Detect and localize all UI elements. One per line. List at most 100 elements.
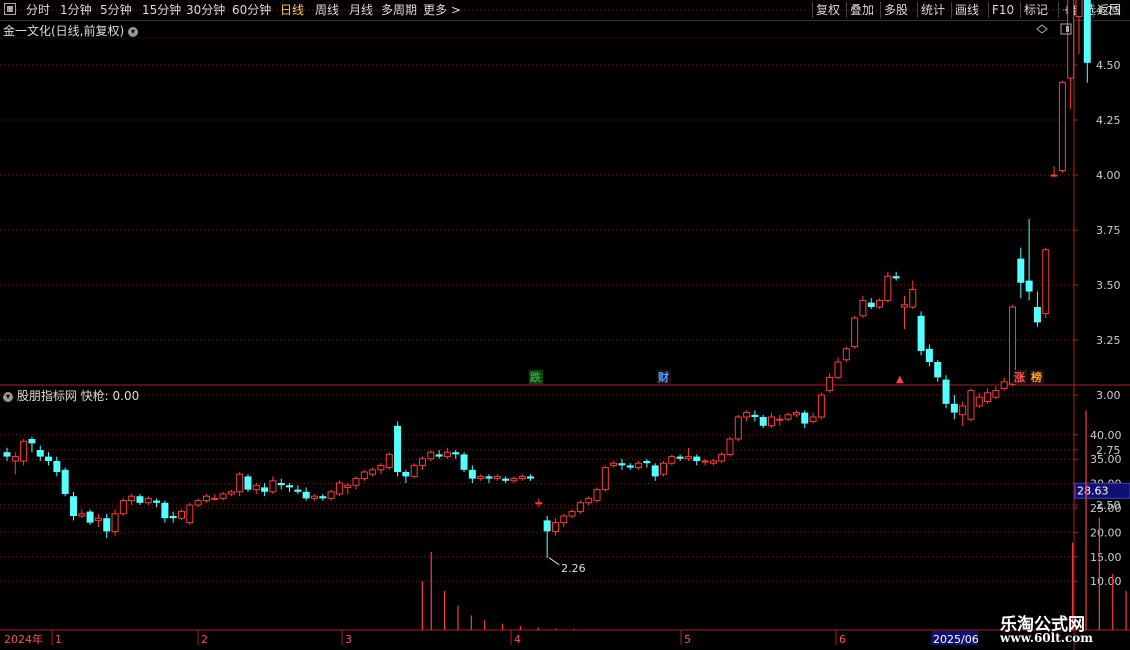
candlestick-chart[interactable]: 5.004.754.504.254.003.753.503.253.002.75… xyxy=(0,0,1130,650)
candle xyxy=(61,467,69,497)
candle xyxy=(69,491,77,521)
candle xyxy=(693,454,701,466)
candle xyxy=(792,410,800,417)
candle xyxy=(601,465,609,492)
candle xyxy=(277,478,285,490)
svg-text:▲: ▲ xyxy=(896,374,904,385)
candle xyxy=(759,414,767,428)
candle xyxy=(410,463,418,479)
candle xyxy=(28,436,36,453)
candle xyxy=(768,412,776,428)
candle xyxy=(394,421,402,477)
candle xyxy=(701,458,709,466)
candle xyxy=(169,511,177,523)
month-label: 3 xyxy=(345,633,352,646)
candle xyxy=(286,483,294,492)
candle xyxy=(585,496,593,505)
event-marker[interactable]: 跌 xyxy=(529,370,543,384)
candle xyxy=(344,483,352,494)
candle xyxy=(834,357,842,380)
candle xyxy=(884,271,892,303)
candle xyxy=(1075,0,1083,54)
candle xyxy=(909,280,917,310)
event-marker[interactable]: ▲ xyxy=(896,374,904,385)
candle xyxy=(942,375,950,409)
candle xyxy=(743,410,751,422)
candle xyxy=(402,469,410,483)
price-tick-label: 3.50 xyxy=(1096,279,1121,292)
candle xyxy=(568,509,576,519)
svg-text:涨: 涨 xyxy=(1014,370,1025,384)
candle xyxy=(1025,219,1033,301)
candle xyxy=(576,500,584,514)
price-tick-label: 3.00 xyxy=(1096,389,1121,402)
candle xyxy=(452,450,460,459)
candle xyxy=(360,469,368,481)
year-label: 2024年 xyxy=(4,632,43,646)
price-tick-label: 4.75 xyxy=(1096,4,1121,17)
candle xyxy=(543,516,551,558)
candle xyxy=(510,476,518,483)
candle xyxy=(726,436,734,457)
candle xyxy=(36,445,44,461)
watermark-line2: www.60lt.com xyxy=(1000,631,1093,645)
candle xyxy=(651,463,659,481)
candle xyxy=(111,509,119,536)
price-tick-label: 4.50 xyxy=(1096,59,1121,72)
candle xyxy=(310,494,318,501)
candle xyxy=(975,392,983,409)
event-marker[interactable]: 财 xyxy=(657,370,671,384)
candle xyxy=(635,461,643,470)
candle xyxy=(485,474,493,483)
current-value-label: 28.63 xyxy=(1077,484,1109,497)
candle xyxy=(718,452,726,464)
candle xyxy=(618,458,626,470)
diamond-icon[interactable] xyxy=(1036,24,1048,34)
candle xyxy=(327,489,335,501)
candle xyxy=(202,494,210,503)
candle xyxy=(842,346,850,362)
window-toggle-icon-inner xyxy=(1066,26,1069,32)
candle xyxy=(53,456,61,477)
price-tick-label: 3.25 xyxy=(1096,334,1121,347)
candle xyxy=(535,498,543,508)
month-label: 2 xyxy=(201,633,208,646)
candle xyxy=(302,487,310,501)
candle xyxy=(103,513,111,538)
candle xyxy=(20,439,28,466)
candle xyxy=(86,509,94,525)
candle xyxy=(211,494,219,501)
candle xyxy=(468,465,476,483)
candle xyxy=(252,483,260,494)
candle xyxy=(269,476,277,494)
candle xyxy=(809,412,817,424)
month-label: 5 xyxy=(684,633,691,646)
event-marker[interactable]: 榜 xyxy=(1030,370,1044,384)
svg-text:财: 财 xyxy=(657,370,669,384)
candle xyxy=(668,454,676,466)
candle xyxy=(261,483,269,497)
candle xyxy=(319,494,327,501)
candle xyxy=(194,498,202,508)
candle xyxy=(128,494,136,505)
indicator-tick-label: 10.00 xyxy=(1090,575,1122,588)
candle xyxy=(443,447,451,459)
candle xyxy=(959,401,967,426)
candle xyxy=(518,474,526,481)
candle xyxy=(551,518,559,536)
candle xyxy=(335,480,343,497)
candle xyxy=(1083,0,1091,83)
event-marker[interactable]: 涨 xyxy=(1013,370,1027,384)
candle xyxy=(859,296,867,318)
candle xyxy=(78,509,86,519)
candle xyxy=(992,386,1000,400)
candle xyxy=(435,450,443,459)
candle xyxy=(119,498,127,516)
candle xyxy=(1033,291,1041,327)
indicator-tick-label: 40.00 xyxy=(1090,429,1122,442)
indicator-tick-label: 35.00 xyxy=(1090,453,1122,466)
candle xyxy=(1050,166,1058,178)
candle xyxy=(876,298,884,310)
candle xyxy=(560,513,568,527)
candle xyxy=(709,458,717,466)
